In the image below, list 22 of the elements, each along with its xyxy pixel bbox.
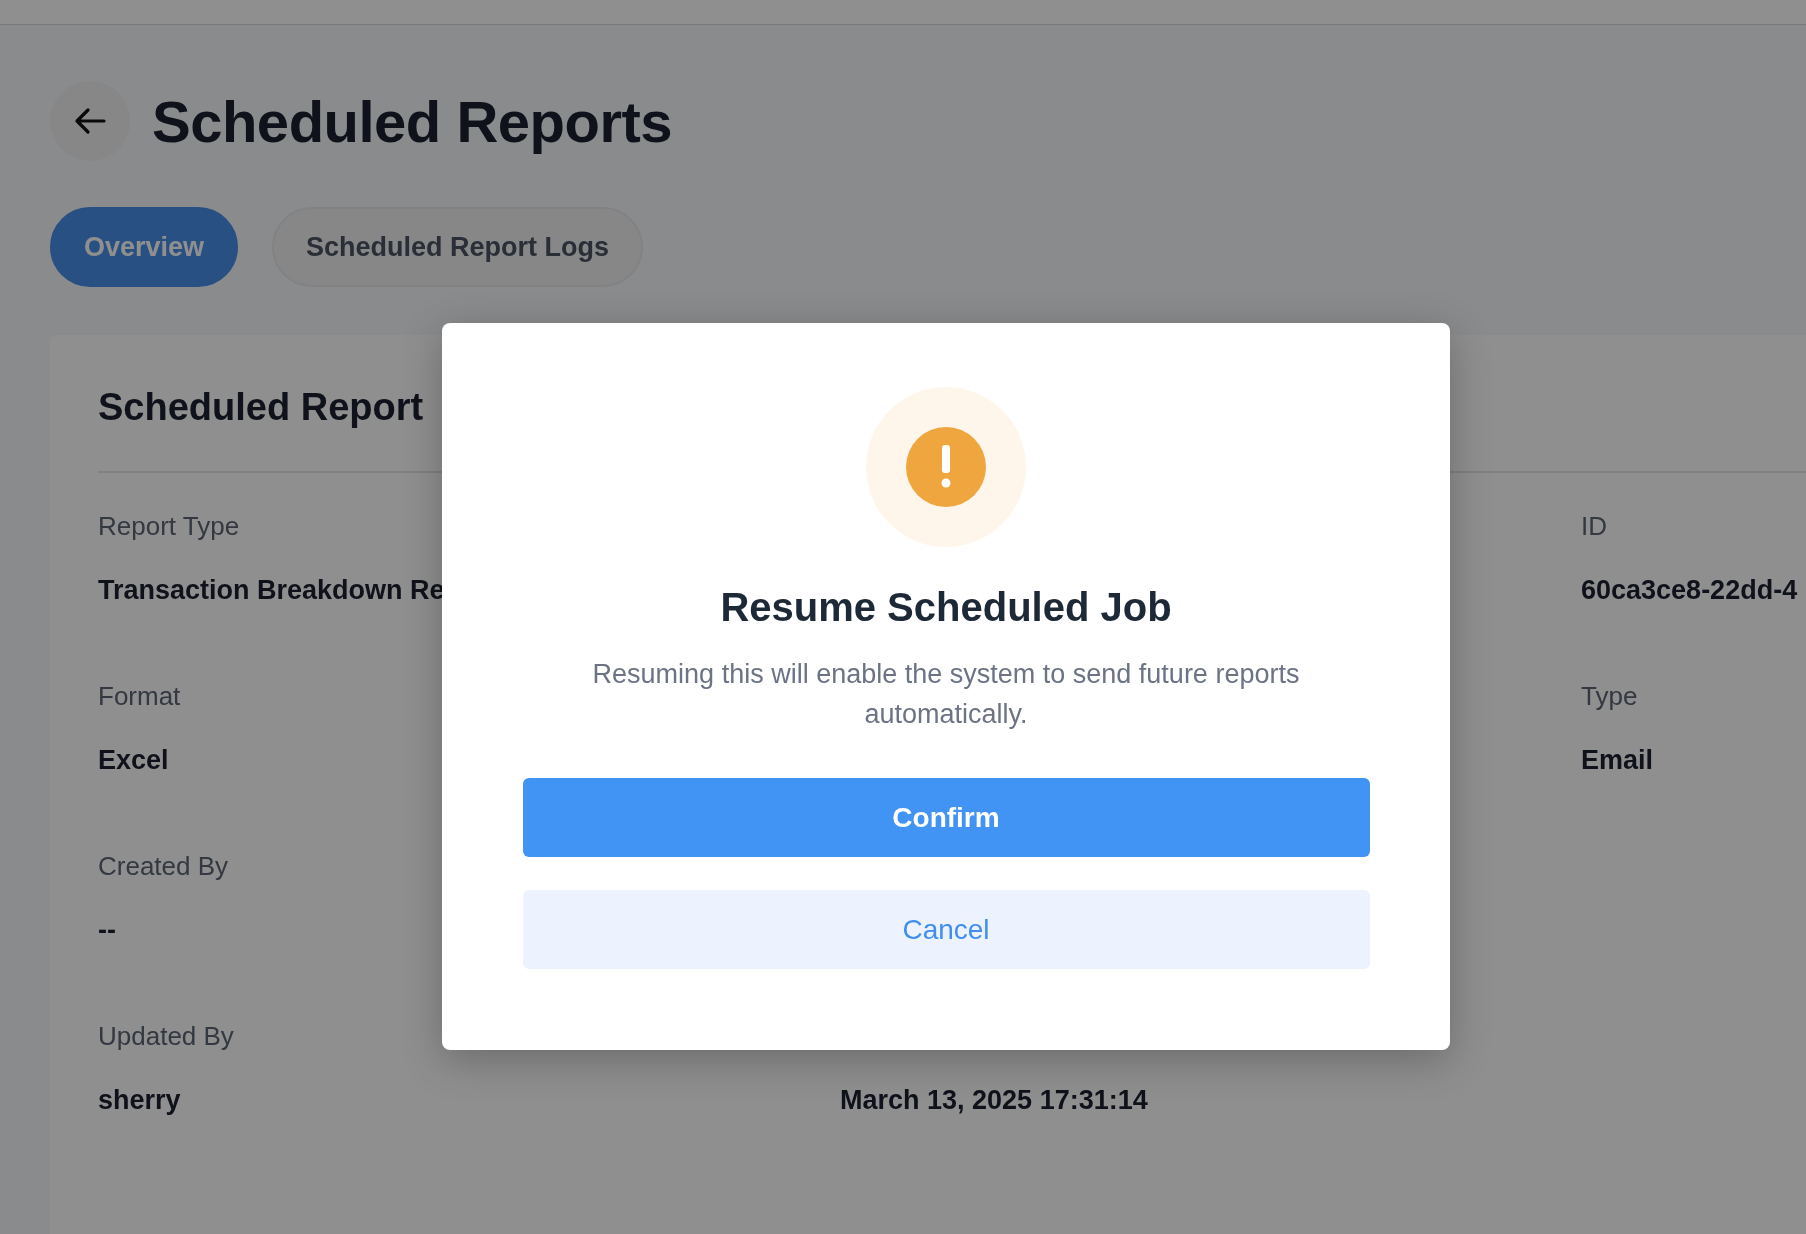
- tab[interactable]: Overview: [50, 207, 239, 287]
- confirm-button[interactable]: Confirm: [522, 778, 1370, 857]
- dialog-message: Resuming this will enable the system to send future reports automatically.: [591, 658, 1301, 731]
- field-label: Updated By: [98, 1021, 235, 1051]
- field-value: --: [98, 915, 117, 945]
- warning-icon: [906, 427, 986, 507]
- field-value: March 13, 2025 17:31:14: [840, 1085, 1149, 1115]
- field-value: 60ca3ce8-22dd-4: [1581, 575, 1799, 605]
- field-value: Email: [1581, 745, 1655, 775]
- page-title: Scheduled Reports: [152, 87, 673, 155]
- cancel-button[interactable]: Cancel: [522, 890, 1370, 969]
- field-label: ID: [1581, 511, 1608, 541]
- field-value: sherry: [98, 1085, 182, 1115]
- field-label: Created By: [98, 851, 230, 881]
- tab[interactable]: Scheduled Report Logs: [272, 207, 644, 287]
- field-label: Report Type: [98, 511, 241, 541]
- dialog-title: Resume Scheduled Job: [720, 585, 1172, 630]
- field-label: Type: [1581, 681, 1639, 711]
- field-value: Transaction Breakdown Re: [98, 575, 446, 605]
- field-label: Format: [98, 681, 182, 711]
- field-value: Excel: [98, 745, 170, 775]
- back-arrow-icon: [74, 107, 106, 135]
